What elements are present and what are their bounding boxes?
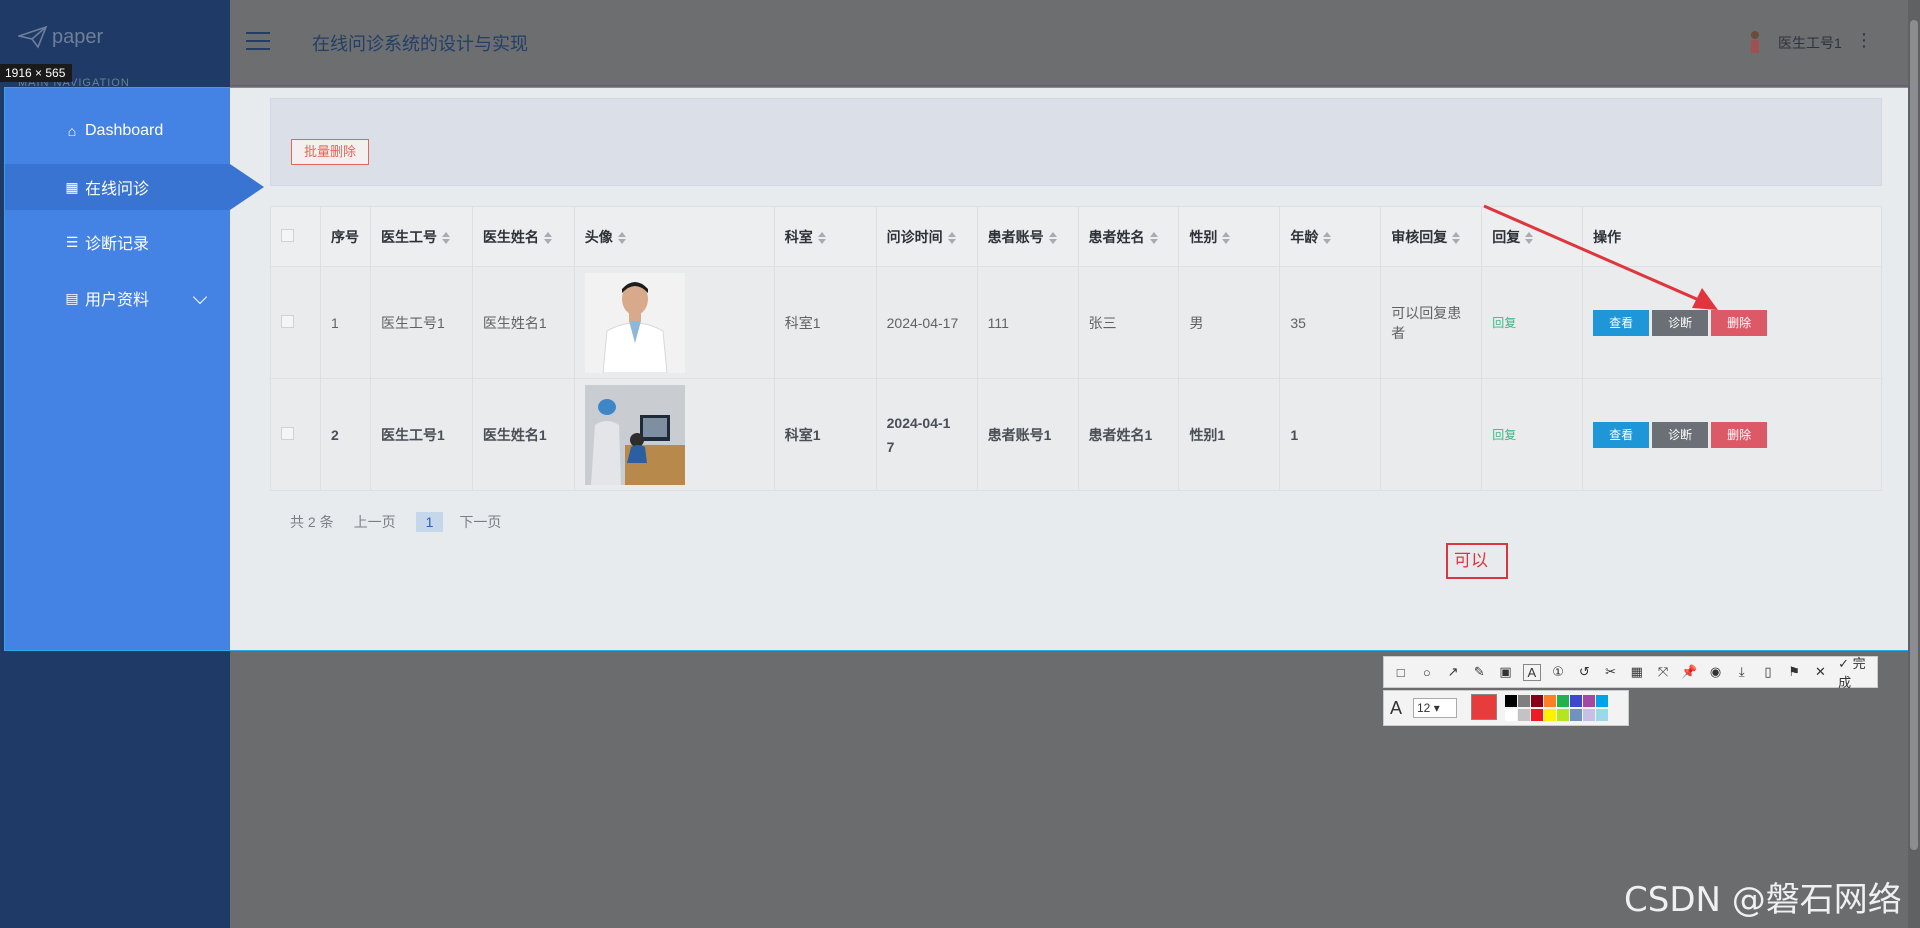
scrollbar-thumb[interactable]	[1910, 20, 1918, 850]
pin-icon[interactable]: 📌	[1681, 664, 1698, 680]
color-swatch[interactable]	[1505, 709, 1517, 721]
avatar[interactable]	[1748, 30, 1762, 54]
annotation-arrow-icon	[1483, 204, 1718, 310]
ocr-icon[interactable]: ▦	[1628, 664, 1645, 680]
copy-icon[interactable]: ▯	[1759, 664, 1776, 680]
menu-toggle-icon[interactable]	[246, 32, 270, 52]
color-swatch[interactable]	[1518, 709, 1530, 721]
color-swatch[interactable]	[1544, 709, 1556, 721]
pen-tool-icon[interactable]: ✎	[1471, 664, 1488, 680]
bookmark-icon[interactable]: ⚑	[1786, 664, 1803, 680]
font-size-icon: A	[1390, 698, 1403, 718]
more-options-icon[interactable]: ⋮	[1855, 30, 1873, 50]
capture-toolbar: □ ○ ↗ ✎ ▣ A ① ↺ ✂ ▦ ⤧ 📌 ◉ ⤓ ▯ ⚑ ✕ ✓ 完成	[1383, 653, 1878, 691]
current-color-swatch[interactable]	[1471, 694, 1497, 720]
scissors-icon[interactable]: ✂	[1602, 664, 1619, 680]
color-swatch[interactable]	[1596, 709, 1608, 721]
watermark: CSDN @磐石网络	[1624, 880, 1902, 920]
undo-icon[interactable]: ↺	[1576, 664, 1593, 680]
mosaic-tool-icon[interactable]: ▣	[1497, 664, 1514, 680]
ellipse-tool-icon[interactable]: ○	[1418, 665, 1435, 680]
color-swatch[interactable]	[1557, 695, 1569, 707]
logo-text: paper	[52, 25, 104, 48]
close-icon[interactable]: ✕	[1812, 664, 1829, 680]
paper-plane-icon	[18, 25, 48, 49]
text-tool-icon[interactable]: A	[1523, 663, 1541, 681]
done-button[interactable]: ✓ 完成	[1838, 653, 1877, 691]
rectangle-tool-icon[interactable]: □	[1392, 665, 1409, 680]
annotation-text-box[interactable]: 可以	[1446, 543, 1508, 579]
number-tool-icon[interactable]: ①	[1550, 664, 1567, 680]
capture-dimension-badge: 1916 × 565	[0, 64, 72, 82]
color-swatch[interactable]	[1596, 695, 1608, 707]
page-title: 在线问诊系统的设计与实现	[312, 34, 528, 54]
font-size-select[interactable]: 12 ▾	[1413, 698, 1457, 718]
color-swatch[interactable]	[1557, 709, 1569, 721]
color-swatch[interactable]	[1544, 695, 1556, 707]
check-icon: ✓	[1838, 656, 1853, 671]
color-swatch[interactable]	[1570, 695, 1582, 707]
color-swatch[interactable]	[1505, 695, 1517, 707]
screenshot-capture-frame[interactable]	[4, 87, 1916, 651]
arrow-tool-icon[interactable]: ↗	[1444, 664, 1461, 680]
color-swatch[interactable]	[1531, 695, 1543, 707]
color-swatch[interactable]	[1518, 695, 1530, 707]
record-icon[interactable]: ◉	[1707, 664, 1724, 680]
logo: paper	[18, 22, 168, 52]
expand-icon[interactable]: ⤧	[1654, 664, 1671, 680]
color-swatch[interactable]	[1583, 695, 1595, 707]
color-swatch[interactable]	[1531, 709, 1543, 721]
user-name[interactable]: 医生工号1	[1778, 33, 1842, 53]
color-swatch[interactable]	[1570, 709, 1582, 721]
color-swatch[interactable]	[1583, 709, 1595, 721]
download-icon[interactable]: ⤓	[1733, 664, 1750, 680]
